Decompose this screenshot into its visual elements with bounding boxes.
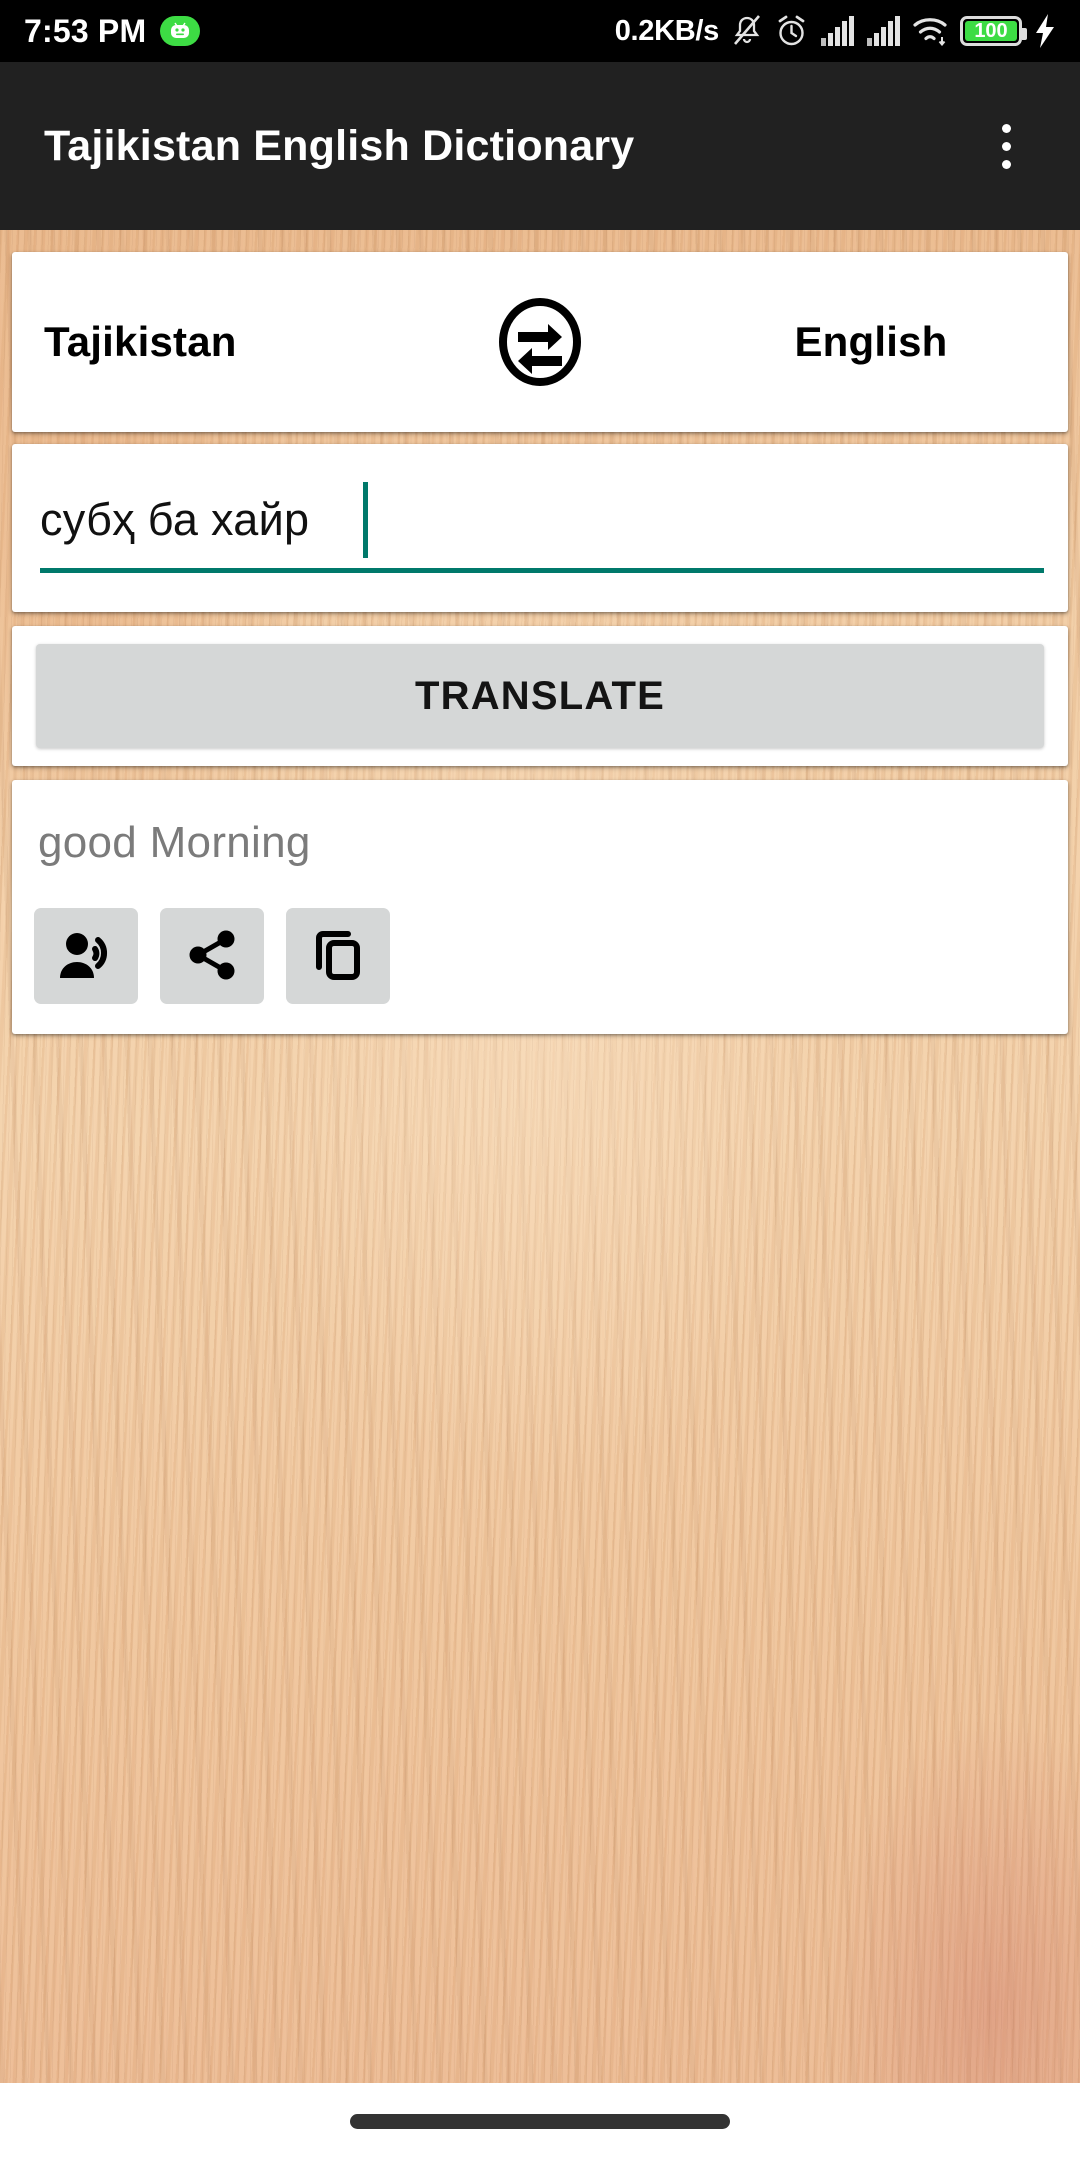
source-text-input[interactable]: субҳ ба хайр	[40, 494, 309, 546]
signal-bars-sim2-icon	[866, 16, 900, 46]
gesture-home-handle[interactable]	[350, 2114, 730, 2129]
text-input-wrapper[interactable]: субҳ ба хайр	[12, 444, 1068, 612]
input-card: субҳ ба хайр	[12, 444, 1068, 612]
battery-level: 100	[974, 20, 1008, 42]
source-language-label[interactable]: Tajikistan	[44, 318, 374, 366]
copy-icon	[311, 927, 365, 986]
status-bar-left: 7:53 PM	[24, 12, 201, 50]
overflow-dot	[1001, 141, 1011, 151]
status-time: 7:53 PM	[24, 12, 147, 49]
copy-button[interactable]	[286, 908, 390, 1004]
input-underline	[40, 568, 1044, 573]
speak-button[interactable]	[34, 908, 138, 1004]
gesture-nav-bar	[0, 2083, 1080, 2160]
battery-icon: 100	[960, 16, 1027, 46]
status-bar: 7:53 PM 0.2KB/s 100	[0, 0, 1080, 62]
overflow-dot	[1001, 123, 1011, 133]
alarm-icon	[775, 14, 808, 48]
overflow-menu-icon[interactable]	[976, 98, 1036, 194]
notifications-muted-icon	[731, 14, 763, 48]
translated-text: good Morning	[38, 818, 311, 867]
language-row: Tajikistan English	[12, 252, 1068, 432]
language-selector-card: Tajikistan English	[12, 252, 1068, 432]
result-card: good Morning	[12, 780, 1068, 1034]
signal-bars-sim1-icon	[820, 16, 854, 46]
phone-screen: 7:53 PM 0.2KB/s 100 Tajikistan English D…	[0, 0, 1080, 2160]
network-speed: 0.2KB/s	[614, 14, 720, 47]
status-bar-right: 0.2KB/s 100	[615, 14, 1056, 48]
target-language-label[interactable]: English	[706, 318, 1036, 366]
overflow-dot	[1001, 159, 1011, 169]
share-icon	[185, 928, 239, 985]
swap-languages-icon[interactable]	[374, 298, 706, 386]
translate-button[interactable]: TRANSLATE	[36, 644, 1044, 748]
app-bar: Tajikistan English Dictionary	[0, 62, 1080, 230]
result-actions	[34, 908, 390, 1004]
speaker-person-icon	[57, 928, 115, 985]
page-title: Tajikistan English Dictionary	[44, 121, 635, 170]
translate-button-card: TRANSLATE	[12, 626, 1068, 766]
text-cursor	[363, 482, 368, 558]
wifi-icon	[912, 16, 948, 46]
share-button[interactable]	[160, 908, 264, 1004]
charging-bolt-icon	[1034, 14, 1056, 48]
android-badge-icon	[160, 16, 201, 46]
